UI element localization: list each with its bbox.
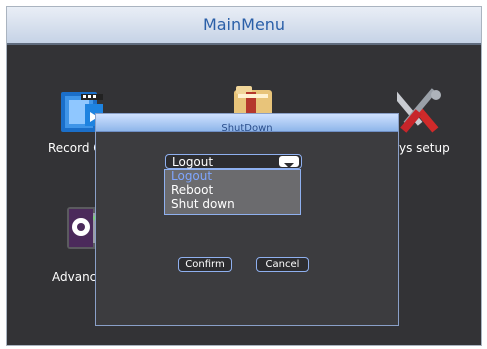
option-shut-down[interactable]: Shut down — [171, 197, 235, 211]
option-reboot[interactable]: Reboot — [171, 183, 213, 197]
confirm-button[interactable]: Confirm — [178, 257, 232, 272]
shutdown-dialog: ShutDown Logout Logout Reboot Shut down … — [95, 113, 399, 326]
window-title: MainMenu — [202, 15, 286, 34]
select-value: Logout — [172, 155, 214, 169]
sys-setup-label[interactable]: ys setup — [399, 141, 450, 155]
folder-icon[interactable] — [230, 84, 276, 116]
shutdown-mode-select[interactable]: Logout — [165, 154, 302, 169]
sys-setup-icon[interactable] — [389, 83, 445, 141]
dialog-title: ShutDown — [221, 123, 273, 134]
option-logout[interactable]: Logout — [171, 169, 212, 183]
shutdown-mode-options: Logout Reboot Shut down — [164, 169, 301, 215]
cancel-button[interactable]: Cancel — [256, 257, 309, 272]
dialog-title-bar: ShutDown — [96, 114, 398, 134]
chevron-down-icon[interactable] — [279, 156, 299, 168]
title-bar: MainMenu — [7, 7, 481, 45]
